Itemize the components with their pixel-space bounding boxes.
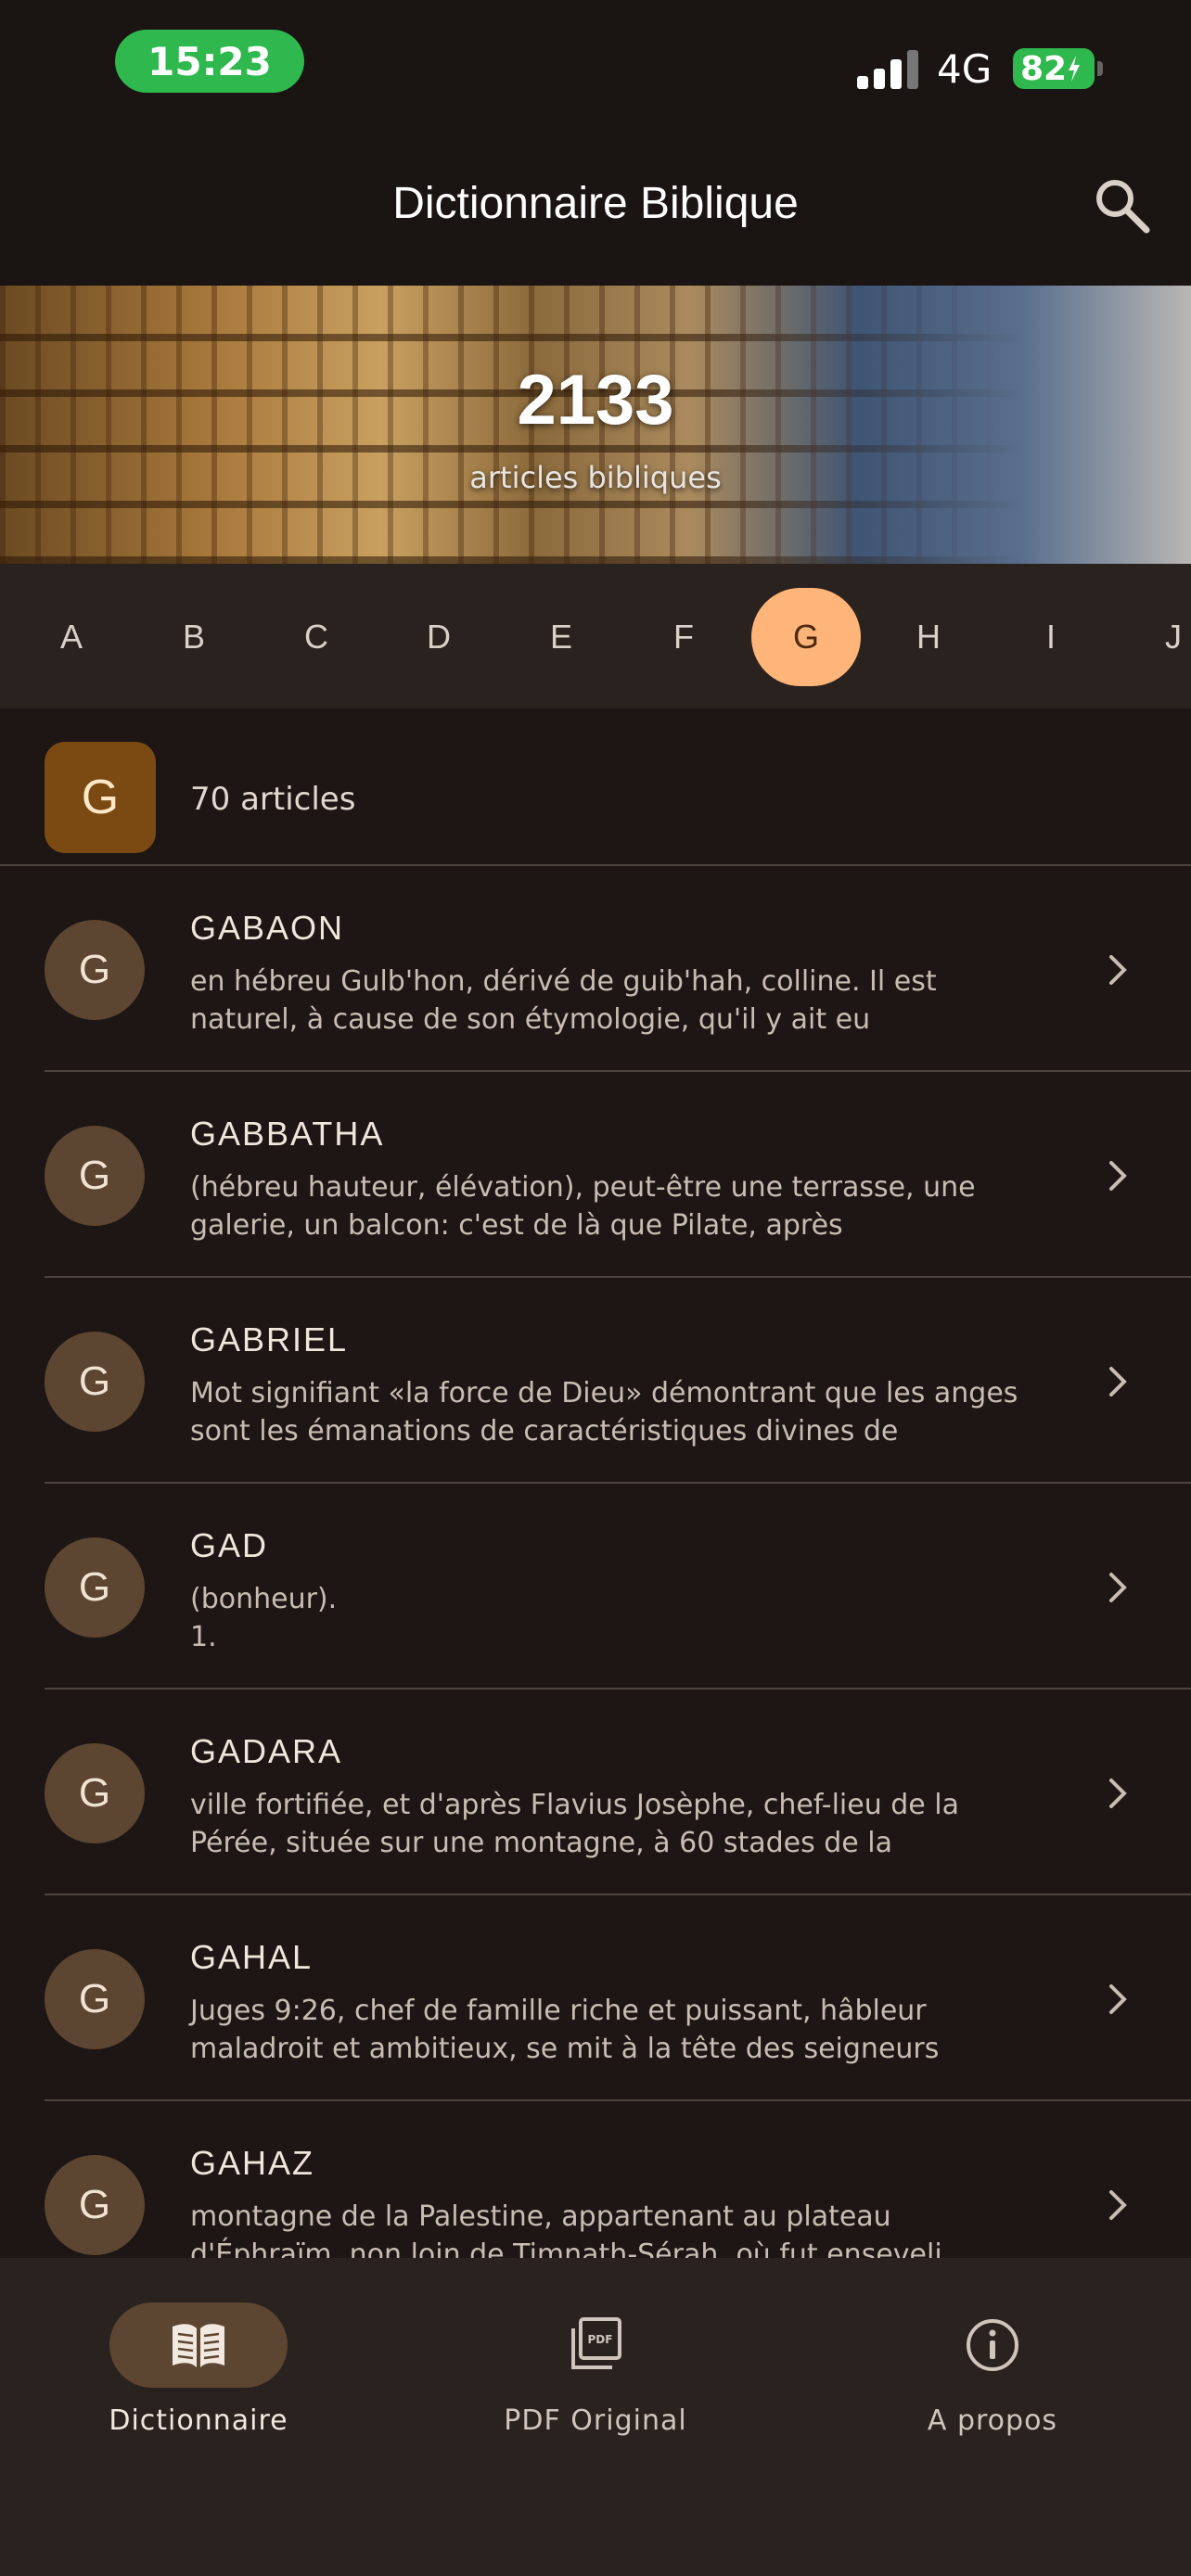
nav-label: A propos [927,2404,1058,2437]
letter-a[interactable]: A [17,588,126,686]
article-excerpt: (bonheur). 1. [190,1583,338,1653]
article-title: GAD [190,1526,269,1564]
nav-label: PDF Original [504,2404,687,2437]
letter-g[interactable]: G [751,588,861,686]
article-avatar: G [45,1332,145,1432]
article-row[interactable]: G GABBATHA (hébreu hauteur, élévation), … [0,1072,1191,1278]
nav-a-propos[interactable]: A propos [794,2258,1191,2443]
article-avatar: G [45,1126,145,1226]
page-title: Dictionnaire Biblique [392,179,799,228]
article-excerpt: en hébreu Gulb'hon, dérivé de guib'hah, … [190,965,937,1036]
network-type: 4G [937,46,992,92]
article-row[interactable]: G GADARA ville fortifiée, et d'après Fla… [0,1690,1191,1895]
letter-group-header: G 70 articles [0,708,1191,864]
article-row[interactable]: G GABRIEL Mot signifiant «la force de Di… [0,1278,1191,1484]
article-title: GABBATHA [190,1115,385,1153]
article-excerpt: Mot signifiant «la force de Dieu» démont… [190,1377,1018,1447]
charging-icon [1069,56,1081,82]
article-title: GAHAL [190,1938,314,1976]
article-row[interactable]: G GAD (bonheur). 1. [0,1484,1191,1690]
article-avatar: G [45,1949,145,2049]
status-time: 15:23 [115,30,304,93]
group-letter-badge: G [45,742,156,853]
book-icon [173,2324,224,2367]
nav-dictionnaire[interactable]: Dictionnaire [0,2258,397,2443]
nav-pdf-original[interactable]: PDF PDF Original [397,2258,794,2443]
chevron-right-icon [1109,1779,1127,1808]
chevron-right-icon [1109,1573,1127,1602]
letter-d[interactable]: D [384,588,493,686]
bottom-navigation: Dictionnaire PDF PDF Original A propos [0,2258,1191,2576]
article-excerpt: (hébreu hauteur, élévation), peut-être u… [190,1171,976,1242]
article-total-label: articles bibliques [469,460,722,495]
info-icon [967,2319,1018,2371]
article-title: GAHAZ [190,2144,315,2182]
letter-j[interactable]: J [1119,588,1191,686]
article-title: GADARA [190,1732,343,1770]
chevron-right-icon [1109,1984,1127,2014]
chevron-right-icon [1109,2190,1127,2220]
letter-e[interactable]: E [506,588,616,686]
pdf-icon: PDF [571,2317,621,2369]
article-row[interactable]: G GAHAL Juges 9:26, chef de famille rich… [0,1895,1191,2101]
letter-i[interactable]: I [996,588,1106,686]
article-total-count: 2133 [517,361,674,440]
chevron-right-icon [1109,955,1127,985]
article-title: GABRIEL [190,1320,349,1358]
letter-b[interactable]: B [139,588,249,686]
article-row[interactable]: G GABAON en hébreu Gulb'hon, dérivé de g… [0,866,1191,1072]
hero-banner: 2133 articles bibliques [0,286,1191,564]
battery-level: 82 [1020,49,1068,88]
chevron-right-icon [1109,1161,1127,1191]
search-icon[interactable] [1093,176,1152,236]
article-avatar: G [45,1743,145,1843]
letter-f[interactable]: F [629,588,738,686]
nav-label: Dictionnaire [109,2404,288,2437]
app-header: Dictionnaire Biblique [0,139,1191,286]
article-title: GABAON [190,909,345,947]
cellular-signal-icon [857,50,918,89]
battery-tip [1097,61,1103,76]
svg-text:PDF: PDF [588,2333,613,2346]
alphabet-selector: A B C D E F G H I J [0,564,1191,708]
chevron-right-icon [1109,1367,1127,1396]
battery-indicator: 82 [1013,48,1095,89]
article-excerpt: ville fortifiée, et d'après Flavius Josè… [190,1789,960,1859]
letter-h[interactable]: H [874,588,983,686]
article-avatar: G [45,920,145,1020]
status-bar: 15:23 4G 82 [0,0,1191,139]
group-article-count: 70 articles [190,781,356,818]
letter-c[interactable]: C [262,588,371,686]
article-avatar: G [45,1537,145,1638]
article-excerpt: Juges 9:26, chef de famille riche et pui… [190,1995,940,2065]
article-avatar: G [45,2155,145,2255]
